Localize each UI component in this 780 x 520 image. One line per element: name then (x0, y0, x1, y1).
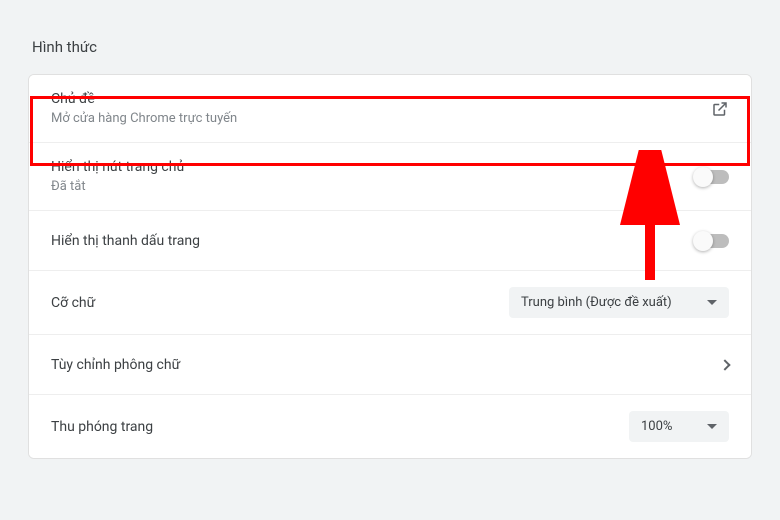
bookmarks-bar-toggle[interactable] (695, 234, 729, 248)
font-size-control: Trung bình (Được đề xuất) (509, 287, 729, 318)
page-zoom-label: Thu phóng trang (51, 419, 153, 435)
home-button-row: Hiển thị nút trang chủ Đã tắt (29, 143, 751, 211)
theme-label: Chủ đề (51, 91, 237, 107)
chevron-right-icon (719, 359, 730, 370)
font-size-value: Trung bình (Được đề xuất) (521, 295, 672, 310)
font-size-text: Cỡ chữ (51, 295, 95, 311)
font-size-dropdown[interactable]: Trung bình (Được đề xuất) (509, 287, 729, 318)
customize-fonts-text: Tùy chỉnh phông chữ (51, 357, 180, 373)
home-button-label: Hiển thị nút trang chủ (51, 159, 184, 175)
page-zoom-control: 100% (629, 411, 729, 442)
bookmarks-bar-label: Hiển thị thanh dấu trang (51, 233, 200, 249)
page-zoom-value: 100% (641, 419, 672, 434)
page-zoom-text: Thu phóng trang (51, 419, 153, 435)
home-button-toggle[interactable] (695, 170, 729, 184)
bookmarks-bar-row: Hiển thị thanh dấu trang (29, 211, 751, 271)
page-zoom-row: Thu phóng trang 100% (29, 395, 751, 458)
theme-sub: Mở cửa hàng Chrome trực tuyến (51, 111, 237, 126)
page-zoom-dropdown[interactable]: 100% (629, 411, 729, 442)
font-size-label: Cỡ chữ (51, 295, 95, 311)
caret-down-icon (707, 300, 717, 305)
theme-text: Chủ đề Mở cửa hàng Chrome trực tuyến (51, 91, 237, 126)
appearance-settings-card: Chủ đề Mở cửa hàng Chrome trực tuyến Hiể… (28, 74, 752, 459)
caret-down-icon (707, 424, 717, 429)
theme-control (711, 100, 729, 118)
home-button-sub: Đã tắt (51, 179, 184, 194)
theme-row[interactable]: Chủ đề Mở cửa hàng Chrome trực tuyến (29, 75, 751, 143)
bookmarks-bar-control (695, 234, 729, 248)
open-external-icon (711, 100, 729, 118)
font-size-row: Cỡ chữ Trung bình (Được đề xuất) (29, 271, 751, 335)
home-button-text: Hiển thị nút trang chủ Đã tắt (51, 159, 184, 194)
customize-fonts-row[interactable]: Tùy chỉnh phông chữ (29, 335, 751, 395)
home-button-control (695, 170, 729, 184)
bookmarks-bar-text: Hiển thị thanh dấu trang (51, 233, 200, 249)
section-title: Hình thức (32, 38, 752, 56)
customize-fonts-label: Tùy chỉnh phông chữ (51, 357, 180, 373)
customize-fonts-control (721, 361, 729, 369)
